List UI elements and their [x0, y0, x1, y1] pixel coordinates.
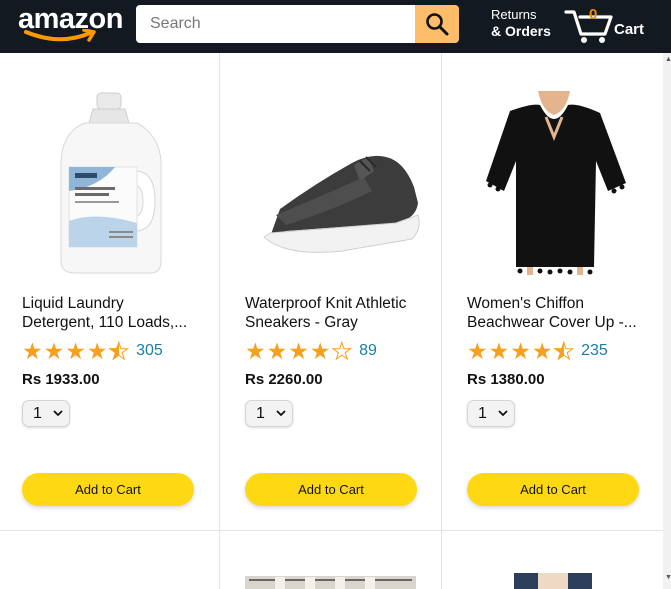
- product-rating: ★ ★ ★ ★ ★ 89: [245, 338, 377, 364]
- sneaker-image: [263, 155, 420, 253]
- orders-label: & Orders: [491, 23, 551, 39]
- star-full-icon: ★: [531, 338, 553, 364]
- review-count-link[interactable]: 89: [359, 342, 377, 360]
- quantity-select[interactable]: 1: [467, 400, 515, 427]
- search-bar: [136, 5, 459, 43]
- chevron-down-icon: [498, 410, 508, 417]
- product-title-line: Women's Chiffon: [467, 295, 584, 312]
- product-title-line: Waterproof Knit Athletic: [245, 295, 407, 312]
- product-image-partial[interactable]: [245, 573, 416, 589]
- star-full-icon: ★: [467, 338, 488, 364]
- product-title[interactable]: Waterproof Knit Athletic Sneakers - Gray: [245, 294, 425, 332]
- star-full-icon: ★: [65, 338, 86, 364]
- quantity-select[interactable]: 1: [245, 400, 293, 427]
- chevron-down-icon: [53, 410, 63, 417]
- scroll-down-icon[interactable]: ▼: [665, 574, 671, 581]
- star-full-icon: ★: [22, 338, 43, 364]
- search-icon: [426, 13, 449, 36]
- product-price: Rs 1380.00: [467, 371, 545, 388]
- product-title-line: Detergent, 110 Loads,...: [22, 314, 188, 331]
- cart-label: Cart: [614, 21, 645, 38]
- quantity-select[interactable]: 1: [22, 400, 70, 427]
- product-grid: Liquid Laundry Detergent, 110 Loads,... …: [0, 53, 663, 589]
- product-price: Rs 2260.00: [245, 371, 323, 388]
- star-empty-icon: ★: [331, 338, 353, 364]
- detergent-bottle-image: [60, 92, 162, 274]
- star-full-icon: ★: [309, 338, 331, 364]
- product-title[interactable]: Liquid Laundry Detergent, 110 Loads,...: [22, 294, 202, 332]
- logo-smile-icon: [24, 29, 96, 42]
- search-button[interactable]: [415, 5, 459, 43]
- grid-divider: [0, 530, 663, 531]
- returns-orders-link[interactable]: Returns & Orders: [491, 7, 551, 39]
- product-image-partial[interactable]: [508, 573, 598, 589]
- scroll-up-icon[interactable]: ▲: [665, 56, 671, 63]
- beachwear-coverup-image: [480, 91, 630, 275]
- star-full-icon: ★: [288, 338, 309, 364]
- chevron-down-icon: [276, 410, 286, 417]
- cart-count-badge: 0: [589, 6, 598, 23]
- star-half-icon: ★: [553, 338, 575, 364]
- product-title[interactable]: Women's Chiffon Beachwear Cover Up -...: [467, 294, 647, 332]
- product-rating: ★ ★ ★ ★ ★ 235: [467, 338, 608, 364]
- product-rating: ★ ★ ★ ★ ★ 305: [22, 338, 163, 364]
- product-card: Liquid Laundry Detergent, 110 Loads,... …: [0, 53, 220, 530]
- product-image[interactable]: [445, 91, 665, 275]
- amazon-logo[interactable]: amazon: [18, 3, 123, 45]
- product-title-line: Sneakers - Gray: [245, 314, 358, 331]
- product-title-line: Liquid Laundry: [22, 295, 124, 312]
- product-title-line: Beachwear Cover Up -...: [467, 314, 637, 331]
- quantity-value: 1: [478, 404, 487, 422]
- top-header: amazon Returns & Orders 0 Cart: [0, 0, 671, 53]
- star-full-icon: ★: [510, 338, 531, 364]
- quantity-value: 1: [33, 404, 42, 422]
- star-full-icon: ★: [488, 338, 510, 364]
- product-image[interactable]: [223, 91, 443, 275]
- product-card: Waterproof Knit Athletic Sneakers - Gray…: [223, 53, 443, 530]
- quantity-value: 1: [256, 404, 265, 422]
- returns-label: Returns: [491, 7, 537, 22]
- star-full-icon: ★: [245, 338, 266, 364]
- search-input[interactable]: [136, 5, 415, 43]
- star-half-icon: ★: [108, 338, 130, 364]
- cart-button[interactable]: 0 Cart: [563, 4, 653, 46]
- star-full-icon: ★: [266, 338, 288, 364]
- star-full-icon: ★: [86, 338, 108, 364]
- review-count-link[interactable]: 305: [136, 342, 163, 360]
- product-price: Rs 1933.00: [22, 371, 100, 388]
- add-to-cart-button[interactable]: Add to Cart: [467, 473, 639, 506]
- product-card: Women's Chiffon Beachwear Cover Up -... …: [445, 53, 665, 530]
- page-scrollbar[interactable]: [663, 53, 671, 589]
- star-full-icon: ★: [43, 338, 65, 364]
- review-count-link[interactable]: 235: [581, 342, 608, 360]
- add-to-cart-button[interactable]: Add to Cart: [245, 473, 417, 506]
- add-to-cart-button[interactable]: Add to Cart: [22, 473, 194, 506]
- product-image[interactable]: [0, 91, 220, 275]
